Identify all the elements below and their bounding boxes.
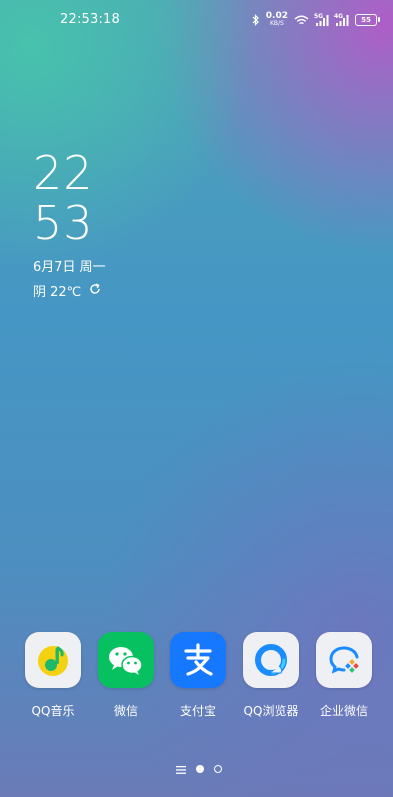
wecom-icon[interactable] (316, 632, 372, 688)
signal-sim2-icon: 4G (334, 12, 349, 26)
bluetooth-icon (252, 11, 260, 30)
app-wechat[interactable]: 微信 (89, 632, 163, 719)
page-indicator[interactable] (176, 759, 222, 778)
sim2-network-type: 4G (334, 12, 344, 20)
wifi-icon (294, 11, 309, 30)
app-dock: QQ音乐 微信 支付宝 QQ浏览器 企业微信 (0, 632, 393, 722)
battery-level: 55 (361, 16, 371, 24)
status-icons: 0.02 KB/S 5G 4G 55 (252, 10, 380, 30)
alipay-icon[interactable] (170, 632, 226, 688)
qq-music-icon[interactable] (25, 632, 81, 688)
app-qq-music[interactable]: QQ音乐 (16, 632, 90, 719)
app-wecom[interactable]: 企业微信 (307, 632, 381, 719)
clock-minute: 53 (33, 196, 94, 250)
app-label: 企业微信 (319, 704, 368, 718)
battery-icon: 55 (355, 14, 380, 26)
app-label: QQ浏览器 (243, 704, 299, 718)
weather-text: 阴 22℃ (33, 285, 82, 300)
status-bar: 22:53:18 0.02 KB/S 5G 4G 55 (0, 0, 393, 40)
date-text: 6月7日 周一 (33, 260, 106, 275)
signal-sim1-icon: 5G (314, 12, 329, 26)
clock-widget[interactable]: 22 53 6月7日 周一 阴 22℃ (33, 148, 106, 300)
page-dot[interactable] (214, 764, 222, 773)
app-qq-browser[interactable]: QQ浏览器 (234, 632, 308, 719)
qq-browser-icon[interactable] (243, 632, 299, 688)
status-time: 22:53:18 (60, 12, 120, 27)
page-dot-active[interactable] (196, 764, 204, 773)
app-label: QQ音乐 (31, 704, 75, 718)
wechat-icon[interactable] (98, 632, 154, 688)
clock-hour: 22 (33, 146, 94, 200)
network-speed-value: 0.02 (265, 11, 288, 21)
app-label: 微信 (113, 704, 138, 718)
app-label: 支付宝 (179, 704, 216, 718)
app-alipay[interactable]: 支付宝 (161, 632, 235, 719)
sim1-network-type: 5G (314, 12, 324, 20)
weather-row: 阴 22℃ (33, 281, 106, 300)
refresh-icon[interactable] (89, 282, 101, 299)
network-speed-unit: KB/S (269, 20, 284, 27)
network-speed: 0.02 KB/S (266, 12, 288, 28)
app-drawer-icon[interactable] (176, 759, 186, 778)
